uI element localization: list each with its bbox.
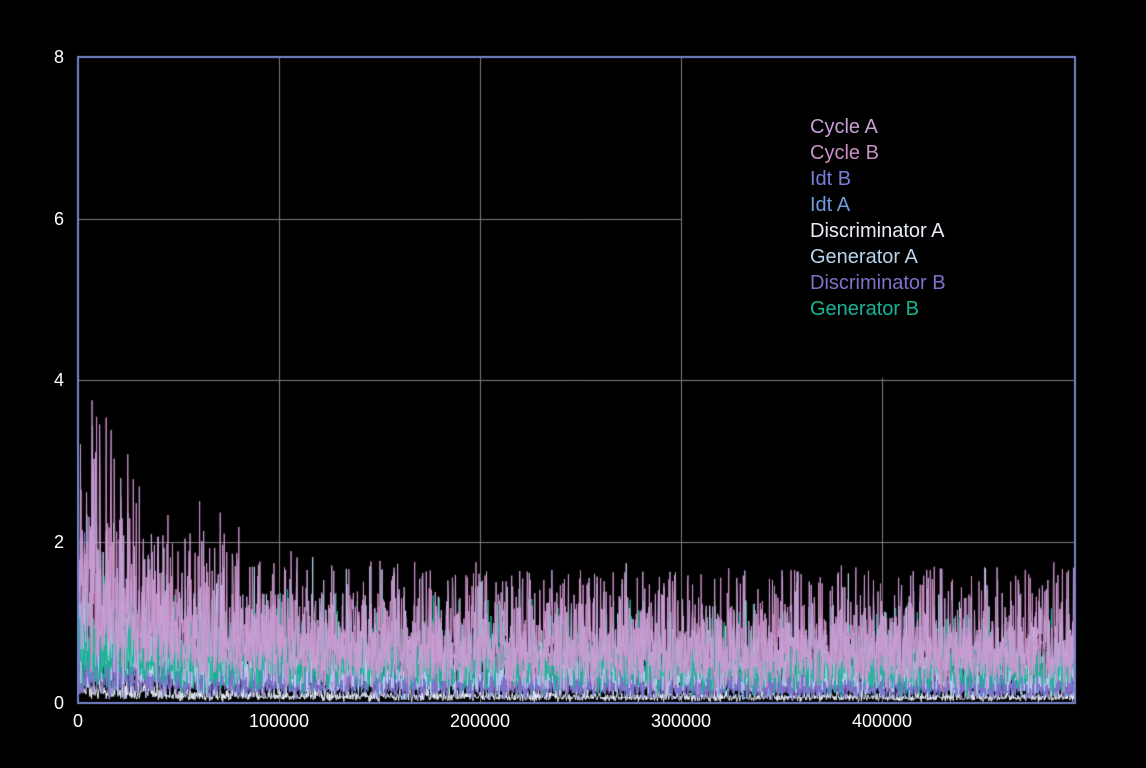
loss-curves-canvas — [0, 0, 1146, 768]
legend-item-cycle-b: Cycle B — [810, 142, 879, 164]
y-tick-label-4: 4 — [53, 370, 64, 390]
legend-item-cycle-a: Cycle A — [810, 116, 878, 138]
legend-item-generator-b: Generator B — [810, 298, 919, 320]
legend-item-idt-b: Idt B — [810, 168, 852, 190]
x-tick-label-100000: 100000 — [248, 711, 310, 731]
x-tick-label-400000: 400000 — [851, 711, 913, 731]
x-tick-label-200000: 200000 — [449, 711, 511, 731]
y-tick-label-6: 6 — [53, 208, 64, 229]
y-tick-label-8: 8 — [53, 47, 64, 67]
legend-item-discriminator-a: Discriminator A — [810, 220, 945, 242]
legend-item-discriminator-b: Discriminator B — [810, 272, 946, 294]
x-tick-label-0: 0 — [72, 711, 84, 731]
legend-item-generator-a: Generator A — [810, 246, 918, 268]
x-tick-label-300000: 300000 — [650, 711, 712, 731]
chart-legend: Cycle A Cycle B Idt B Idt A Discriminator A G… — [810, 114, 946, 322]
y-tick-label-0: 0 — [53, 693, 64, 713]
loss-chart-figure: 02468 0 100000 200000 300000 400000 Cycle AC… — [0, 0, 1146, 768]
legend-item-idt-a: Idt A — [810, 194, 851, 216]
y-tick-label-2: 2 — [53, 531, 64, 552]
